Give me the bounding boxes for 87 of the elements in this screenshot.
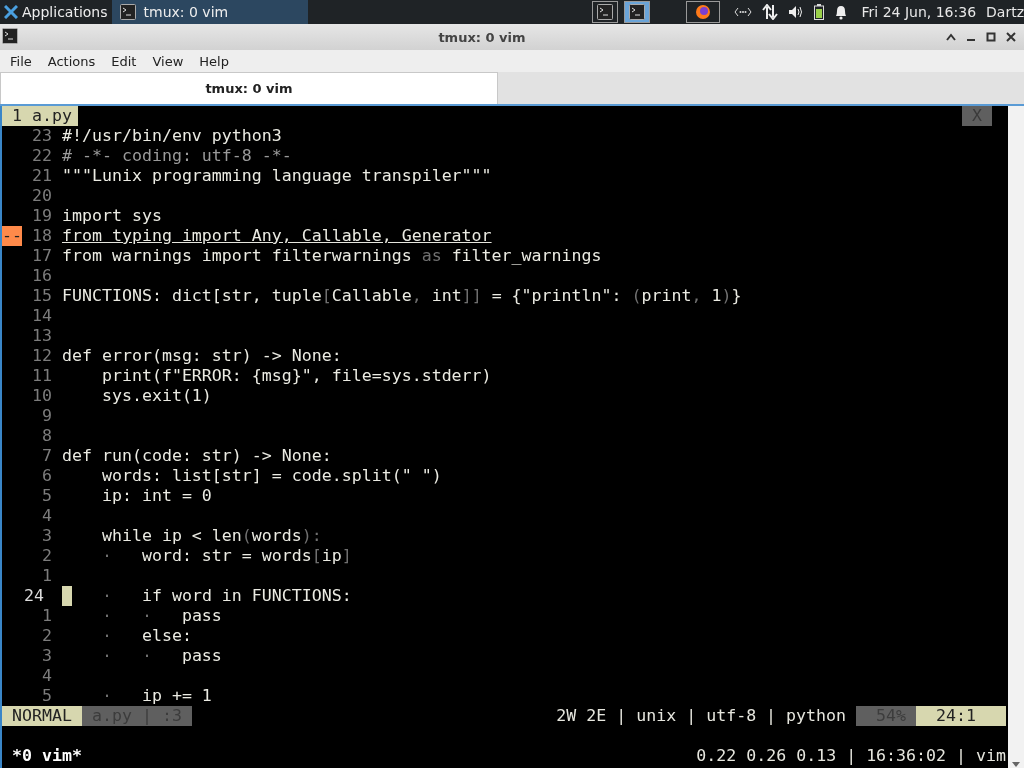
code-line: def error(msg: str) -> None: (62, 346, 342, 366)
line-number: 17 (31, 246, 52, 266)
diff-sign: -- (2, 226, 22, 246)
tmux-status: 0.22 0.26 0.13 | 16:36:02 | vim (696, 746, 1006, 766)
terminal-tab[interactable]: tmux: 0 vim (0, 72, 498, 104)
applications-menu[interactable]: Applications (22, 4, 108, 20)
line-number: 14 (31, 306, 52, 326)
code-line: · ip += 1 (100, 686, 212, 706)
line-number: 13 (31, 326, 52, 346)
menu-item[interactable]: Help (193, 53, 235, 69)
menu-item[interactable]: Edit (105, 53, 143, 69)
bell-icon[interactable] (833, 4, 848, 20)
line-number: 3 (41, 646, 52, 666)
clock[interactable]: Fri 24 Jun, 16:36 (861, 4, 977, 20)
fox-globe-icon (694, 4, 711, 20)
transfer-arrows-icon[interactable] (761, 4, 778, 20)
code-line: """Lunix programming language transpiler""" (62, 166, 492, 186)
scroll-down-icon[interactable] (1011, 760, 1021, 768)
code-line: · · pass (100, 606, 222, 626)
code-line: from typing import Any, Callable, Generator (62, 226, 492, 246)
scrollbar[interactable] (1008, 106, 1024, 768)
code-line: FUNCTIONS: dict[str, tuple[Callable, int]] = {"println": (print, 1)} (62, 286, 742, 306)
line-number: 3 (41, 526, 52, 546)
mode-indicator: NORMAL (2, 706, 82, 726)
browser-launcher[interactable] (685, 1, 720, 23)
workspace-button[interactable] (623, 1, 650, 23)
terminal-icon (119, 4, 136, 20)
close-icon[interactable] (1006, 32, 1016, 42)
menu-item[interactable]: File (4, 53, 38, 69)
network-icon[interactable] (733, 6, 752, 18)
file-details: 2W 2E | unix | utf-8 | python (556, 706, 847, 726)
line-number: 10 (31, 386, 52, 406)
line-number: 6 (41, 466, 52, 486)
code-line: while ip < len(words): (100, 526, 322, 546)
window-terminal-icon (2, 27, 18, 44)
code-line: from warnings import filterwarnings as filter_warnings (62, 246, 602, 266)
line-number: 5 (41, 486, 52, 506)
code-line: sys.exit(1) (100, 386, 212, 406)
line-number: 24 (23, 586, 45, 606)
line-number: 1 (41, 566, 52, 586)
workspace-button[interactable] (591, 1, 618, 23)
code-line: · else: (100, 626, 192, 646)
code-line: print(f"ERROR: {msg}", file=sys.stderr) (100, 366, 492, 386)
line-number: 21 (31, 166, 52, 186)
line-number: 5 (41, 686, 52, 706)
line-number: 16 (31, 266, 52, 286)
line-number: 4 (41, 666, 52, 686)
line-number: 9 (41, 406, 52, 426)
menu-item[interactable]: Actions (41, 53, 102, 69)
code-line: #!/usr/bin/env python3 (62, 126, 282, 146)
line-number: 23 (31, 126, 52, 146)
line-number: 2 (41, 546, 52, 566)
code-line: # -*- coding: utf-8 -*- (62, 146, 292, 166)
line-number: 15 (31, 286, 52, 306)
buffer-tab[interactable]: 1 a.py (2, 106, 78, 126)
menu-item[interactable]: View (146, 53, 190, 69)
tmux-window[interactable]: *0 vim* (2, 746, 82, 766)
line-number: 1 (41, 606, 52, 626)
taskbar-button[interactable]: tmux: 0 vim (111, 0, 308, 24)
line-number: 18 (31, 226, 52, 246)
line-number: 19 (31, 206, 52, 226)
line-number: 20 (31, 186, 52, 206)
x-logo-icon (4, 5, 18, 19)
line-number: 11 (31, 366, 52, 386)
line-number: 2 (41, 626, 52, 646)
terminal-icon (628, 4, 645, 20)
code-line: · word: str = words[ip] (100, 546, 352, 566)
code-line: ip: int = 0 (100, 486, 212, 506)
text-cursor (62, 586, 72, 606)
terminal-icon (596, 4, 613, 20)
cursor-position: 24:1 (916, 706, 1006, 726)
line-number: 12 (31, 346, 52, 366)
caret-up-icon[interactable] (946, 33, 956, 41)
code-line: import sys (62, 206, 162, 226)
window-title: tmux: 0 vim (437, 29, 527, 45)
user-name[interactable]: Dartz (986, 4, 1024, 20)
volume-icon[interactable] (787, 5, 804, 19)
line-number: 7 (41, 446, 52, 466)
line-number: 4 (41, 506, 52, 526)
code-line: · if word in FUNCTIONS: (100, 586, 352, 606)
code-line: · · pass (100, 646, 222, 666)
maximize-icon[interactable] (986, 32, 996, 42)
line-number: 8 (41, 426, 52, 446)
code-line: def run(code: str) -> None: (62, 446, 332, 466)
battery-icon[interactable] (813, 4, 824, 20)
code-line: words: list[str] = code.split(" ") (100, 466, 442, 486)
line-number: 22 (31, 146, 52, 166)
